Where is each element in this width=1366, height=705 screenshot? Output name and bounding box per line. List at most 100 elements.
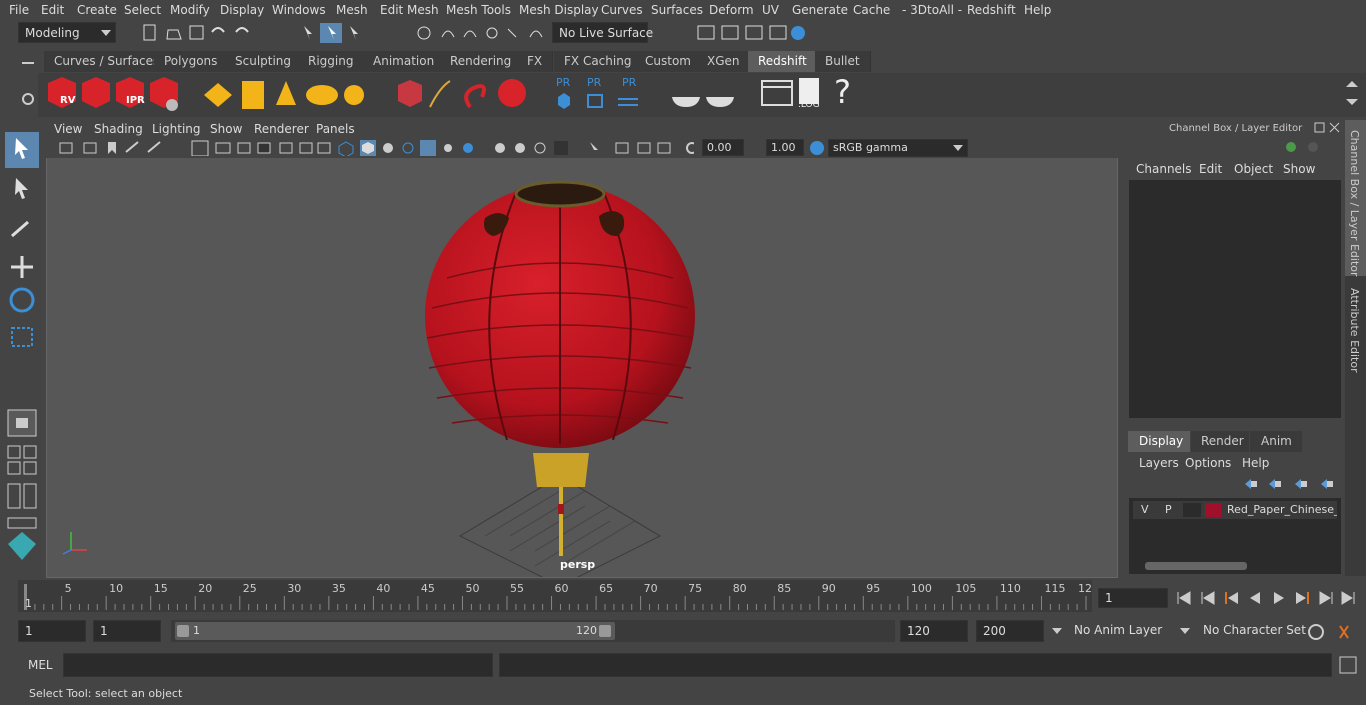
channel-box-icons[interactable]	[1283, 140, 1343, 154]
show-menu[interactable]: Show	[1283, 162, 1315, 176]
tool-icons[interactable]	[4, 132, 40, 562]
shelf-scroll-icon[interactable]	[1342, 77, 1362, 113]
mode-selector[interactable]: Modeling	[18, 22, 116, 43]
side-tab-attribute-editor[interactable]: Attribute Editor	[1348, 288, 1361, 373]
menu-deform[interactable]: Deform	[709, 3, 754, 17]
viewport-menu-show[interactable]: Show	[210, 122, 242, 136]
menu-uv[interactable]: UV	[762, 3, 779, 17]
side-tab-channel-box[interactable]: Channel Box / Layer Editor	[1348, 130, 1361, 277]
viewport-menu-view[interactable]: View	[54, 122, 82, 136]
menu-windows[interactable]: Windows	[272, 3, 326, 17]
scene-start-field[interactable]: 1	[18, 620, 86, 642]
viewport-menu-shading[interactable]: Shading	[94, 122, 143, 136]
menu-modify[interactable]: Modify	[170, 3, 210, 17]
menu-create[interactable]: Create	[77, 3, 117, 17]
object-menu[interactable]: Object	[1234, 162, 1273, 176]
panel-float-close-icons[interactable]	[1313, 121, 1343, 135]
menu-generate[interactable]: Generate	[792, 3, 848, 17]
redshift-light-icons[interactable]	[202, 77, 374, 113]
render-icons[interactable]	[694, 23, 814, 43]
exposure-field[interactable]: 0.00	[702, 139, 744, 156]
layer-color-swatch[interactable]	[1205, 503, 1221, 517]
color-management-icon[interactable]	[808, 139, 826, 157]
menu-3dtoall[interactable]: - 3DtoAll -	[902, 3, 962, 17]
layer-type-toggle[interactable]	[1183, 503, 1201, 517]
viewport-menu-panels[interactable]: Panels	[316, 122, 355, 136]
menu-edit[interactable]: Edit	[41, 3, 64, 17]
camera-label: persp	[560, 558, 596, 571]
shelf-tab-xgen[interactable]: XGen	[697, 51, 751, 72]
menu-select[interactable]: Select	[124, 3, 161, 17]
character-set-selector[interactable]: No Character Set	[1176, 620, 1306, 642]
range-slider-handle[interactable]: 1 120	[175, 622, 615, 640]
shelf-tab-redshift[interactable]: Redshift	[748, 51, 818, 72]
shelf-tab-custom[interactable]: Custom	[635, 51, 702, 72]
time-slider[interactable]: 5 10 15 20 25 30 35 40 45 50 55 60 65 70 75 80 85 90 95 100…	[18, 580, 1092, 612]
layer-row[interactable]: V P Red_Paper_Chinese_La	[1133, 501, 1337, 519]
anim-layer-selector[interactable]: No Anim Layer	[1048, 620, 1168, 642]
range-end-grip[interactable]	[599, 625, 611, 637]
help-icon[interactable]: ?	[834, 73, 851, 111]
menu-mesh-display[interactable]: Mesh Display	[519, 3, 599, 17]
menu-help[interactable]: Help	[1024, 3, 1051, 17]
command-input[interactable]	[63, 653, 493, 677]
layer-tab-display[interactable]: Display	[1128, 431, 1190, 452]
shelf-tab-animation[interactable]: Animation	[363, 51, 446, 72]
layer-action-icons[interactable]	[1243, 476, 1339, 492]
menu-mesh-tools[interactable]: Mesh Tools	[446, 3, 511, 17]
shelf-tab-bullet[interactable]: Bullet	[815, 51, 871, 72]
channels-menu[interactable]: Channels	[1136, 162, 1192, 176]
script-icon[interactable]	[760, 77, 796, 111]
layer-tab-anim[interactable]: Anim	[1250, 431, 1302, 452]
menu-file[interactable]: File	[9, 3, 29, 17]
shelf-tab-rigging[interactable]: Rigging	[298, 51, 365, 72]
shelf-tab-fx[interactable]: FX	[517, 51, 554, 72]
viewport-scene[interactable]: persp	[47, 158, 1117, 577]
layer-playback-toggle[interactable]: P	[1165, 503, 1172, 516]
anim-prefs-icons[interactable]	[1306, 622, 1358, 642]
playback-button-icons[interactable]	[1174, 588, 1364, 608]
shelf-tab-polygons[interactable]: Polygons	[154, 51, 229, 72]
snap-icons[interactable]	[412, 23, 552, 43]
lantern-model[interactable]	[47, 158, 1117, 577]
range-slider-track[interactable]: 1 120	[171, 620, 895, 642]
edit-menu[interactable]: Edit	[1199, 162, 1222, 176]
live-surface-field[interactable]: No Live Surface	[552, 22, 653, 43]
options-menu[interactable]: Options	[1185, 456, 1231, 470]
layer-help-menu[interactable]: Help	[1242, 456, 1269, 470]
shelf-tab-sculpting[interactable]: Sculpting	[225, 51, 303, 72]
shelf-tab-fx-caching[interactable]: FX Caching	[554, 51, 643, 72]
layer-scrollbar[interactable]	[1145, 562, 1247, 570]
viewport-menu-lighting[interactable]: Lighting	[152, 122, 201, 136]
layer-visibility-toggle[interactable]: V	[1141, 503, 1149, 516]
menu-display[interactable]: Display	[220, 3, 264, 17]
range-start-grip[interactable]	[177, 625, 189, 637]
scene-end-field[interactable]: 200	[976, 620, 1044, 642]
shelf-options-icons[interactable]	[18, 55, 38, 115]
channel-list[interactable]	[1129, 180, 1341, 418]
playback-start-field[interactable]: 1	[93, 620, 161, 642]
layers-menu[interactable]: Layers	[1139, 456, 1179, 470]
layer-tab-render[interactable]: Render	[1191, 431, 1249, 452]
menu-mesh[interactable]: Mesh	[336, 3, 368, 17]
selection-mask-icons[interactable]	[296, 22, 366, 44]
viewport-menu-renderer[interactable]: Renderer	[254, 122, 309, 136]
menu-surfaces[interactable]: Surfaces	[651, 3, 703, 17]
redshift-object-icons[interactable]	[390, 77, 534, 113]
layer-name[interactable]: Red_Paper_Chinese_La	[1227, 503, 1337, 516]
shelf-tab-rendering[interactable]: Rendering	[440, 51, 523, 72]
menu-curves[interactable]: Curves	[601, 3, 643, 17]
redshift-bake-icons[interactable]	[668, 79, 744, 111]
menu-cache[interactable]: Cache	[853, 3, 890, 17]
current-frame-field[interactable]: 1	[1098, 588, 1168, 608]
file-tools-icons[interactable]	[140, 24, 260, 42]
color-space-selector[interactable]: sRGB gamma	[828, 139, 968, 157]
command-language-label[interactable]: MEL	[28, 658, 53, 672]
menu-redshift[interactable]: Redshift	[967, 3, 1016, 17]
menu-edit-mesh[interactable]: Edit Mesh	[380, 3, 439, 17]
gamma-field[interactable]: 1.00	[766, 139, 804, 156]
shelf-tab-curves-surfaces[interactable]: Curves / Surfaces	[44, 51, 171, 72]
viewport-tool-icons[interactable]	[54, 140, 694, 156]
script-editor-icon[interactable]	[1338, 655, 1358, 675]
playback-end-field[interactable]: 120	[900, 620, 968, 642]
